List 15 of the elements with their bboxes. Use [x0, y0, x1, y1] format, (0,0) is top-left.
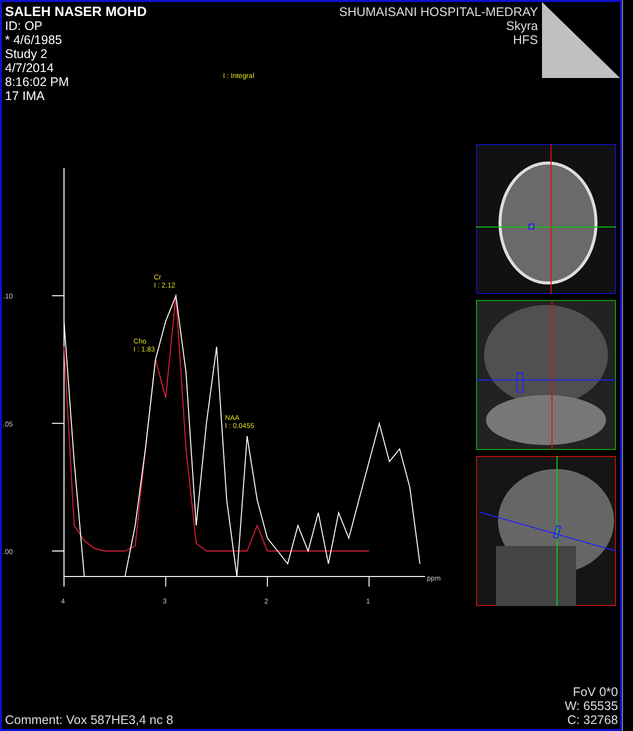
- site-info: Skyra: [505, 19, 538, 33]
- page-corner-icon[interactable]: [542, 2, 620, 78]
- patient-info: 17 IMA: [5, 89, 46, 103]
- patient-info: ID: OP: [5, 19, 44, 33]
- comment-text: Comment: Vox 587HE3,4 nc 8: [5, 713, 174, 727]
- patient-info: 8:16:02 PM: [5, 75, 70, 89]
- window-info: C: 32768: [566, 713, 618, 727]
- site-info: SHUMAISANI HOSPITAL-MEDRAY: [339, 5, 538, 19]
- window-info: FoV 0*0: [572, 685, 618, 699]
- patient-info: * 4/6/1985: [5, 33, 63, 47]
- window-info: W: 65535: [564, 699, 618, 713]
- patient-info: 4/7/2014: [5, 61, 55, 75]
- patient-info: Study 2: [5, 47, 48, 61]
- site-info: HFS: [512, 33, 538, 47]
- patient-name: SALEH NASER MOHD: [5, 5, 148, 19]
